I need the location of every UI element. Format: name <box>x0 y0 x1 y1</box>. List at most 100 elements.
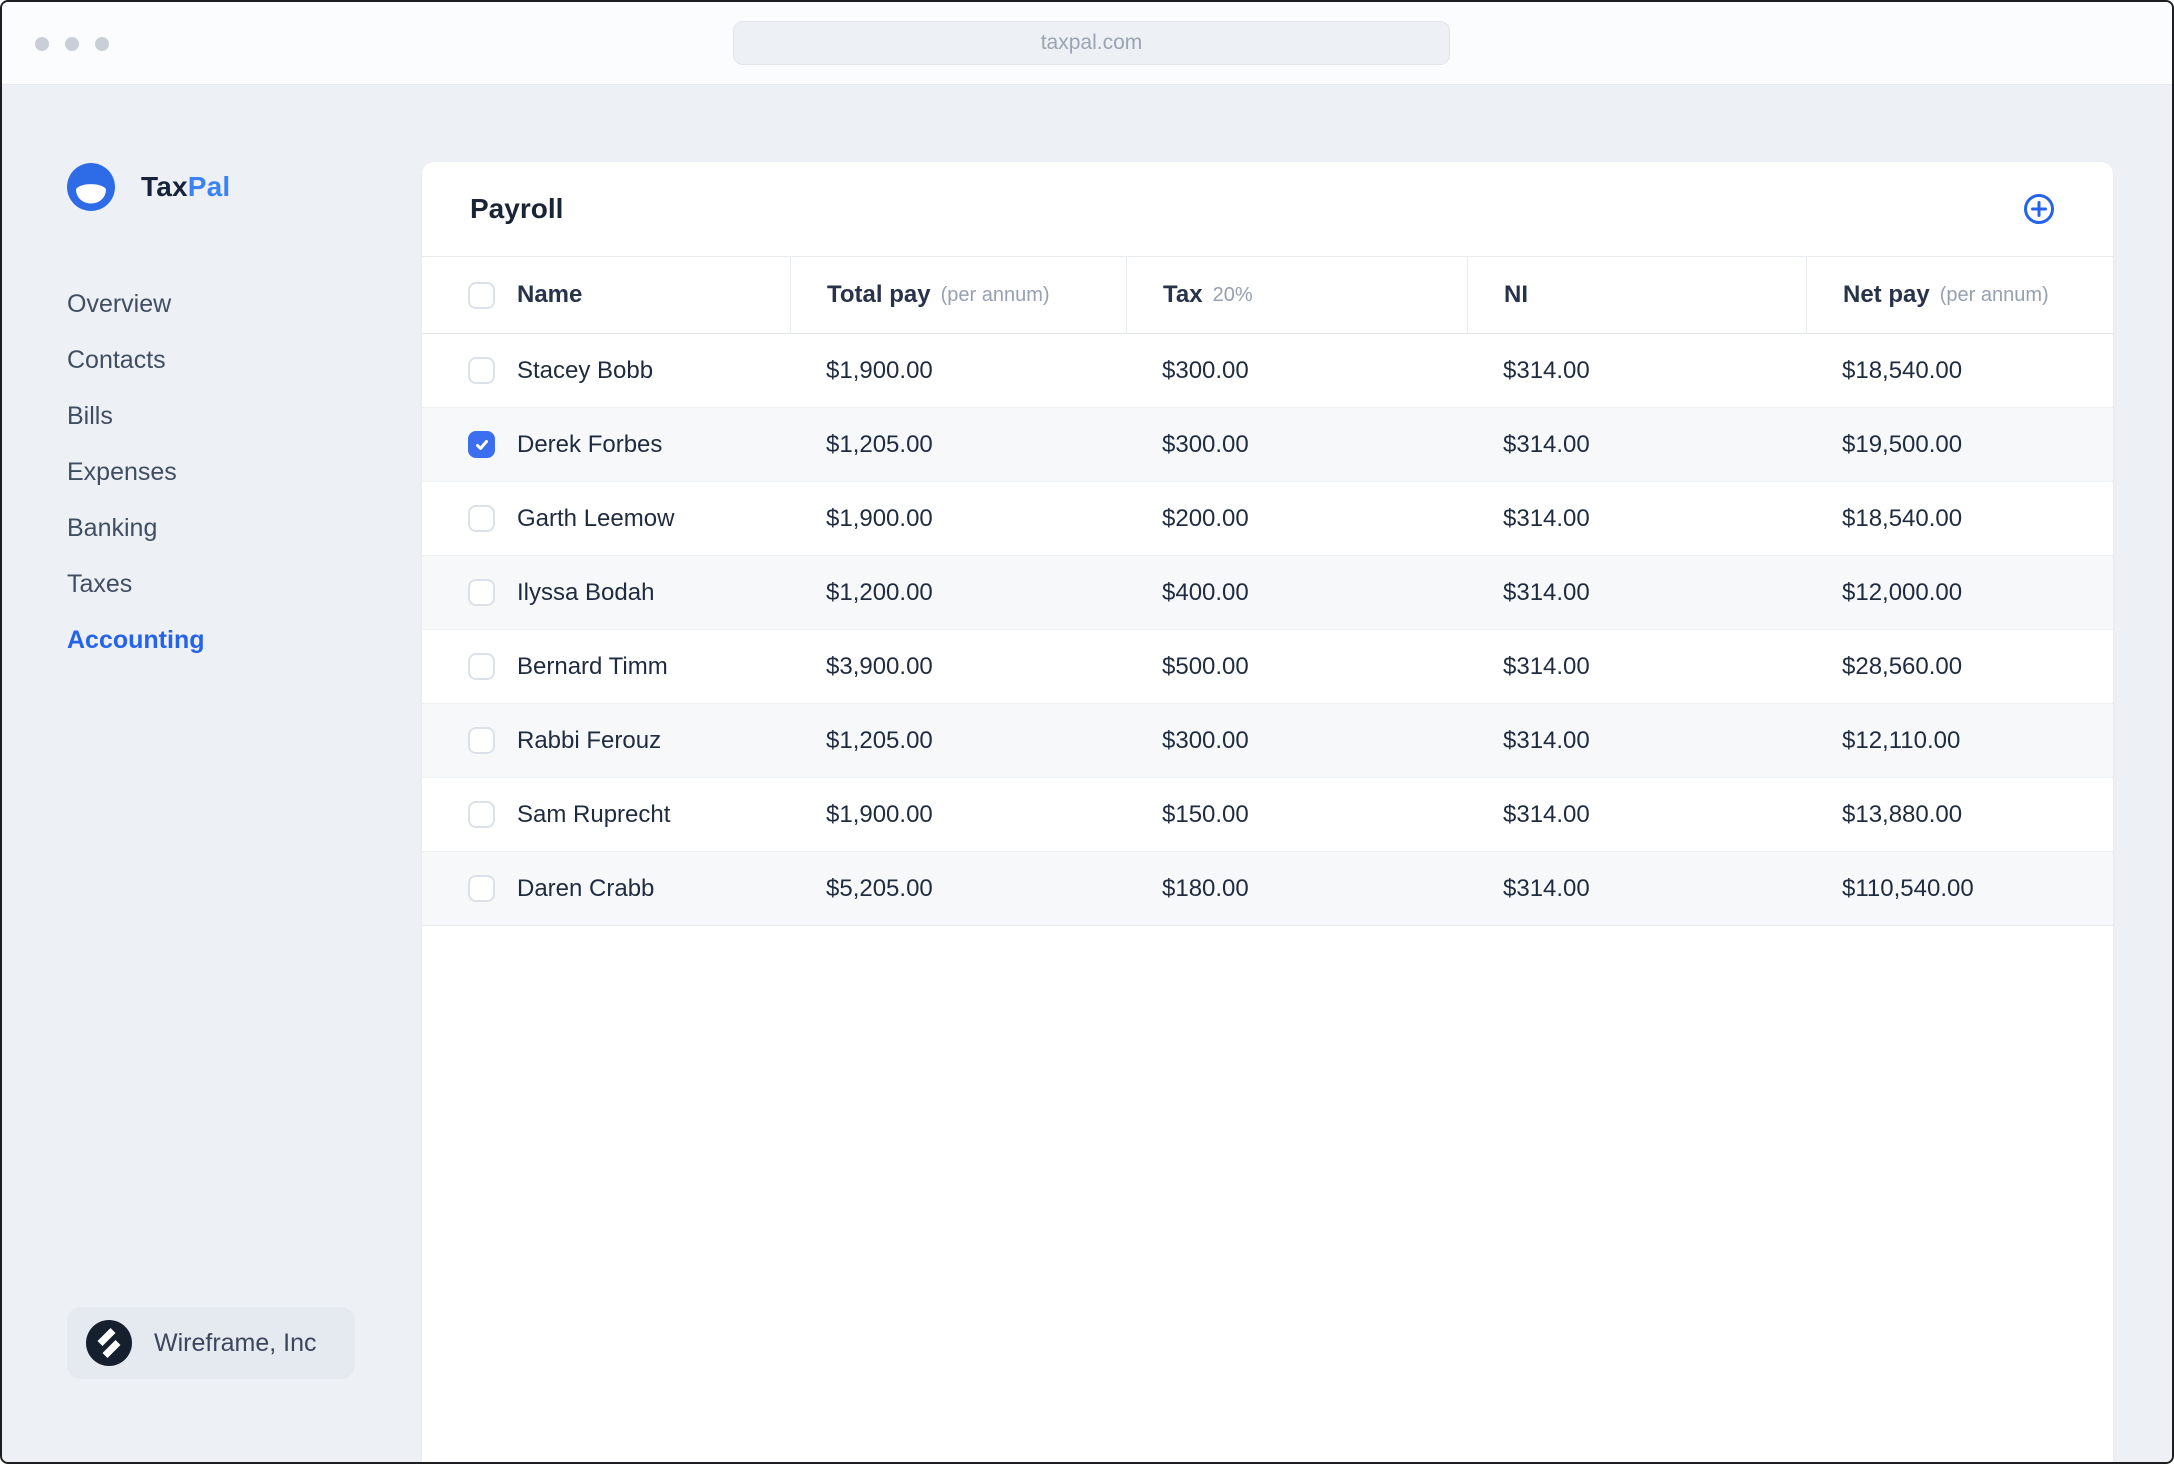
cell-total-pay: $1,205.00 <box>790 704 1126 777</box>
total-pay-value: $1,205.00 <box>826 726 933 754</box>
table-row: Ilyssa Bodah $1,200.00 $400.00 $314.00 $… <box>422 556 2113 630</box>
employee-name: Sam Ruprecht <box>517 800 671 828</box>
row-checkbox[interactable] <box>468 653 495 680</box>
sidebar-nav-item[interactable]: Banking <box>67 516 205 541</box>
total-pay-value: $1,205.00 <box>826 430 933 458</box>
cell-net-pay: $12,000.00 <box>1806 556 2113 629</box>
tax-value: $400.00 <box>1162 578 1249 606</box>
cell-net-pay: $28,560.00 <box>1806 630 2113 703</box>
wireframe-logo-icon <box>86 1320 132 1366</box>
employee-name: Garth Leemow <box>517 504 675 532</box>
total-pay-value: $1,900.00 <box>826 356 933 384</box>
window-dot-icon[interactable] <box>35 36 49 51</box>
sidebar-nav-item-label: Overview <box>67 290 172 318</box>
sidebar-nav-item-label: Bills <box>67 402 113 430</box>
taxpal-brand[interactable]: TaxPal <box>67 163 230 211</box>
tax-value: $300.00 <box>1162 356 1249 384</box>
select-all-checkbox[interactable] <box>468 281 495 309</box>
tax-value: $200.00 <box>1162 504 1249 532</box>
column-note: 20% <box>1212 283 1253 306</box>
cell-total-pay: $1,900.00 <box>790 334 1126 407</box>
table-row: Bernard Timm $3,900.00 $500.00 $314.00 $… <box>422 630 2113 704</box>
sidebar-nav-item[interactable]: Accounting <box>67 628 205 653</box>
cell-name: Daren Crabb <box>422 852 790 925</box>
sidebar-nav-item[interactable]: Taxes <box>67 572 205 597</box>
column-label: Tax <box>1163 281 1203 308</box>
sidebar-nav-item[interactable]: Overview <box>67 292 205 317</box>
row-checkbox[interactable] <box>468 875 495 902</box>
sidebar-nav-item[interactable]: Contacts <box>67 348 205 373</box>
row-checkbox[interactable] <box>468 727 495 754</box>
url-text: taxpal.com <box>1040 31 1143 54</box>
employee-name: Ilyssa Bodah <box>517 578 655 606</box>
plus-circle-icon <box>2024 194 2054 224</box>
employee-name: Rabbi Ferouz <box>517 726 662 754</box>
sidebar-nav-item-label: Taxes <box>67 570 133 598</box>
browser-address-bar[interactable]: taxpal.com <box>733 21 1450 65</box>
cell-tax: $300.00 <box>1126 408 1467 481</box>
net-pay-value: $28,560.00 <box>1842 652 1963 680</box>
ni-value: $314.00 <box>1503 504 1590 532</box>
row-checkbox[interactable] <box>468 801 495 828</box>
cell-name: Bernard Timm <box>422 630 790 703</box>
ni-value: $314.00 <box>1503 800 1590 828</box>
table-row: Derek Forbes $1,205.00 $300.00 $314.00 $… <box>422 408 2113 482</box>
table-header-row: Name Total pay (per annum) Tax 20% NI Ne… <box>422 257 2113 334</box>
cell-net-pay: $12,110.00 <box>1806 704 2113 777</box>
net-pay-value: $12,110.00 <box>1842 726 1961 754</box>
sidebar-nav-item-label: Expenses <box>67 458 177 486</box>
column-label: NI <box>1504 281 1528 308</box>
row-checkbox[interactable] <box>468 505 495 532</box>
cell-tax: $150.00 <box>1126 778 1467 851</box>
row-checkbox[interactable] <box>468 357 495 384</box>
sidebar-nav-item-label: Contacts <box>67 346 166 374</box>
table-row: Daren Crabb $5,205.00 $180.00 $314.00 $1… <box>422 852 2113 926</box>
cell-ni: $314.00 <box>1467 556 1806 629</box>
column-label: Total pay <box>827 281 931 308</box>
cell-total-pay: $1,205.00 <box>790 408 1126 481</box>
table-row: Sam Ruprecht $1,900.00 $150.00 $314.00 $… <box>422 778 2113 852</box>
cell-net-pay: $19,500.00 <box>1806 408 2113 481</box>
net-pay-value: $18,540.00 <box>1842 356 1963 384</box>
window-dot-icon[interactable] <box>95 36 109 51</box>
window-dot-icon[interactable] <box>65 36 79 51</box>
cell-ni: $314.00 <box>1467 852 1806 925</box>
net-pay-value: $13,880.00 <box>1842 800 1963 828</box>
table-header-net-pay: Net pay (per annum) <box>1806 257 2113 333</box>
employee-name: Bernard Timm <box>517 652 668 680</box>
app-content: TaxPal Overview Contacts Bills Expenses Bank… <box>2 86 2172 1462</box>
net-pay-value: $19,500.00 <box>1842 430 1963 458</box>
table-header-name: Name <box>422 257 790 333</box>
cell-net-pay: $110,540.00 <box>1806 852 2113 925</box>
payroll-card-header: Payroll <box>422 162 2113 257</box>
ni-value: $314.00 <box>1503 578 1590 606</box>
cell-name: Stacey Bobb <box>422 334 790 407</box>
sidebar-nav-item[interactable]: Expenses <box>67 460 205 485</box>
cell-tax: $400.00 <box>1126 556 1467 629</box>
column-label: Net pay <box>1843 281 1930 308</box>
cell-ni: $314.00 <box>1467 778 1806 851</box>
row-checkbox[interactable] <box>468 579 495 606</box>
employee-name: Stacey Bobb <box>517 356 654 384</box>
table-body: Stacey Bobb $1,900.00 $300.00 $314.00 $1… <box>422 334 2113 926</box>
employee-name: Daren Crabb <box>517 874 655 902</box>
total-pay-value: $1,900.00 <box>826 504 933 532</box>
cell-ni: $314.00 <box>1467 704 1806 777</box>
window-controls <box>35 2 109 85</box>
org-switcher[interactable]: Wireframe, Inc <box>67 1307 355 1379</box>
payroll-card: Payroll Name Total pay (per annum) Tax 2… <box>422 162 2113 1462</box>
ni-value: $314.00 <box>1503 356 1590 384</box>
ni-value: $314.00 <box>1503 652 1590 680</box>
cell-ni: $314.00 <box>1467 334 1806 407</box>
sidebar-nav-item-label: Banking <box>67 514 158 542</box>
cell-net-pay: $18,540.00 <box>1806 334 2113 407</box>
employee-name: Derek Forbes <box>517 430 663 458</box>
tax-value: $300.00 <box>1162 430 1249 458</box>
total-pay-value: $1,200.00 <box>826 578 933 606</box>
cell-ni: $314.00 <box>1467 482 1806 555</box>
ni-value: $314.00 <box>1503 726 1590 754</box>
add-payroll-button[interactable] <box>2022 192 2056 226</box>
sidebar-nav-item[interactable]: Bills <box>67 404 205 429</box>
row-checkbox[interactable] <box>468 431 495 458</box>
cell-name: Ilyssa Bodah <box>422 556 790 629</box>
